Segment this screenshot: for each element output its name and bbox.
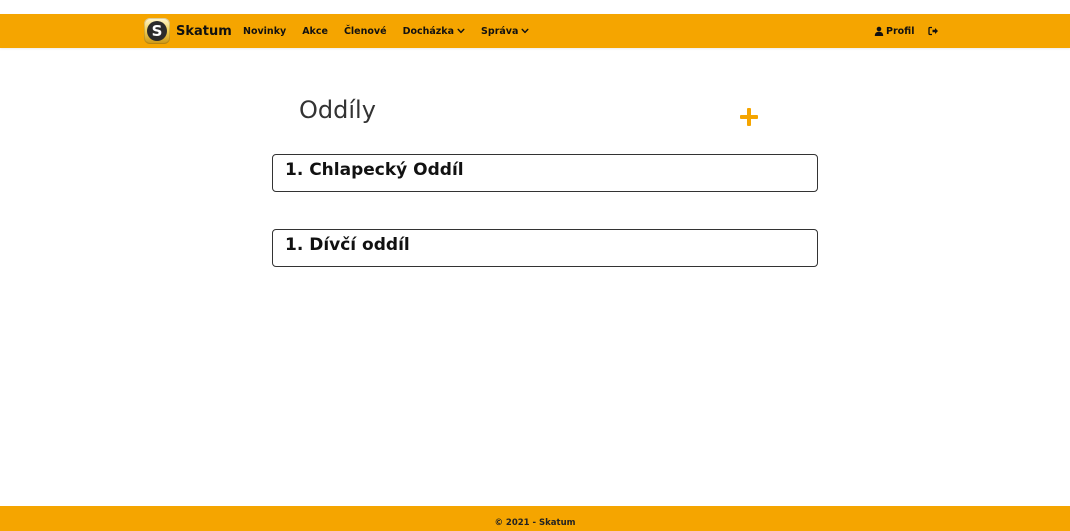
unit-card[interactable]: 1. Dívčí oddíl (272, 229, 818, 267)
nav-item-label: Novinky (243, 25, 287, 37)
user-icon (874, 26, 884, 36)
unit-name: 1. Dívčí oddíl (285, 235, 410, 255)
nav-item-label: Správa (481, 25, 519, 37)
top-navbar: S Skatum Novinky Akce Členové Docházka S… (0, 14, 1070, 48)
nav-item-akce[interactable]: Akce (302, 26, 328, 37)
nav-item-dochazka[interactable]: Docházka (403, 26, 465, 37)
add-unit-button[interactable] (738, 106, 760, 128)
page-title: Oddíly (299, 96, 376, 124)
nav-item-novinky[interactable]: Novinky (243, 26, 286, 37)
footer: © 2021 - Skatum (0, 506, 1070, 531)
profile-link[interactable]: Profil (874, 26, 914, 37)
user-nav: Profil (874, 14, 939, 48)
nav-item-label: Akce (302, 25, 328, 37)
unit-name: 1. Chlapecký Oddíl (285, 160, 464, 180)
logout-button[interactable] (928, 26, 939, 36)
nav-item-label: Členové (343, 25, 387, 37)
brand-link[interactable]: S Skatum (144, 18, 232, 44)
brand-name: Skatum (176, 23, 232, 39)
skatum-logo-icon: S (144, 18, 170, 44)
unit-card[interactable]: 1. Chlapecký Oddíl (272, 154, 818, 192)
chevron-down-icon (457, 28, 465, 34)
logo-letter: S (147, 21, 167, 41)
nav-item-sprava[interactable]: Správa (481, 26, 529, 37)
profile-label: Profil (886, 25, 915, 37)
sign-out-icon (928, 26, 939, 36)
nav-item-label: Docházka (402, 25, 455, 37)
plus-icon (740, 108, 758, 126)
nav-item-clenove[interactable]: Členové (344, 26, 387, 37)
chevron-down-icon (521, 28, 529, 34)
main-nav: Novinky Akce Členové Docházka Správa (243, 14, 545, 48)
footer-copyright: © 2021 - Skatum (494, 517, 576, 528)
